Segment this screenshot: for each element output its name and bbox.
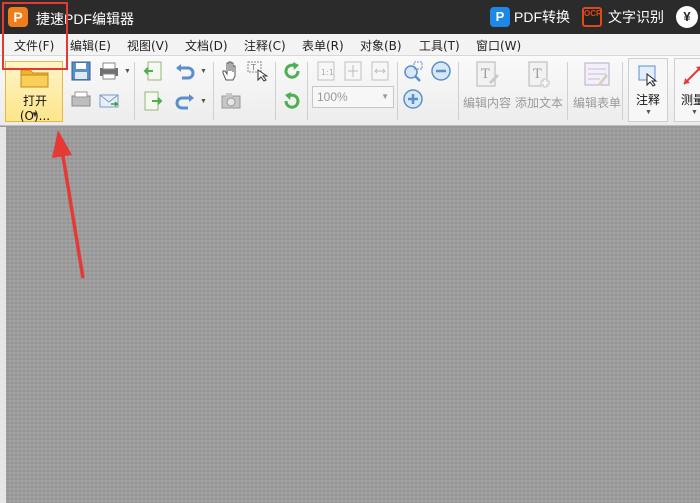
undo-dropdown-icon[interactable]: ▼: [200, 68, 207, 75]
add-text-icon: T: [528, 61, 550, 88]
redo-icon[interactable]: [174, 90, 196, 112]
zoom-in-area-icon[interactable]: [402, 60, 424, 82]
svg-text:T: T: [481, 67, 490, 82]
print-icon[interactable]: [98, 60, 120, 82]
open-dropdown-icon[interactable]: ▼: [31, 110, 39, 119]
svg-text:T: T: [533, 67, 542, 82]
snapshot-icon[interactable]: [220, 90, 242, 112]
pdf-convert-label: PDF转换: [514, 9, 570, 25]
svg-text:T: T: [250, 63, 256, 72]
scan-icon[interactable]: [70, 90, 92, 112]
add-text-label: 添加文本: [514, 96, 563, 110]
select-text-icon[interactable]: T: [246, 60, 268, 82]
menu-view[interactable]: 视图(V): [127, 37, 169, 54]
annotation-label: 注释: [635, 93, 660, 107]
hand-tool-icon[interactable]: [220, 60, 242, 82]
menu-tools[interactable]: 工具(T): [419, 37, 460, 54]
edit-content-button[interactable]: T 编辑内容: [460, 58, 514, 120]
title-bar: P 捷速PDF编辑器 P PDF转换 OCR 文字识别 ¥: [0, 0, 700, 34]
side-panel-edge: [0, 127, 6, 503]
menu-edit[interactable]: 编辑(E): [70, 37, 111, 54]
print-dropdown-icon[interactable]: ▼: [124, 68, 131, 75]
zoom-dropdown-icon: ▼: [381, 92, 389, 101]
measure-button[interactable]: 测量 ▼: [674, 58, 700, 122]
menu-object[interactable]: 对象(B): [360, 37, 402, 54]
save-icon[interactable]: [70, 60, 92, 82]
svg-text:1:1: 1:1: [321, 68, 334, 77]
open-button[interactable]: 打开(O)... ▼: [5, 61, 63, 123]
rotate-clockwise-icon[interactable]: [281, 60, 303, 82]
email-icon[interactable]: [98, 90, 120, 112]
add-text-button[interactable]: T 添加文本: [512, 58, 566, 120]
zoom-out-icon[interactable]: [430, 60, 452, 82]
zoom-in-icon[interactable]: [402, 88, 424, 110]
edit-form-button[interactable]: 编辑表单: [570, 58, 624, 120]
ocr-button[interactable]: OCR 文字识别: [582, 7, 664, 27]
zoom-level-value: 100%: [317, 90, 348, 104]
annotation-icon: [638, 65, 658, 87]
measure-icon: [683, 66, 700, 85]
ocr-label: 文字识别: [608, 9, 664, 25]
insert-page-icon[interactable]: [142, 60, 164, 82]
menu-window[interactable]: 窗口(W): [476, 37, 521, 54]
fit-page-icon[interactable]: [342, 60, 364, 82]
fit-width-icon[interactable]: [369, 60, 391, 82]
currency-icon[interactable]: ¥: [676, 6, 698, 28]
pdf-convert-icon: P: [490, 7, 510, 27]
ocr-icon: OCR: [582, 7, 602, 27]
menu-document[interactable]: 文档(D): [185, 37, 228, 54]
rotate-counterclockwise-icon[interactable]: [281, 90, 303, 112]
annotation-dropdown-icon: ▼: [645, 109, 652, 116]
edit-content-label: 编辑内容: [462, 96, 511, 110]
document-workspace[interactable]: [0, 127, 700, 503]
menu-bar: 文件(F) 编辑(E) 视图(V) 文档(D) 注释(C) 表单(R) 对象(B…: [0, 34, 700, 56]
measure-label: 测量: [681, 93, 700, 107]
redo-dropdown-icon[interactable]: ▼: [200, 98, 207, 105]
actual-size-icon[interactable]: 1:1: [315, 60, 337, 82]
edit-form-label: 编辑表单: [572, 96, 621, 110]
extract-page-icon[interactable]: [142, 90, 164, 112]
annotation-button[interactable]: 注释 ▼: [628, 58, 668, 122]
menu-comment[interactable]: 注释(C): [244, 37, 286, 54]
edit-content-icon: T: [476, 61, 499, 87]
undo-icon[interactable]: [174, 60, 196, 82]
open-button-highlight: [2, 2, 68, 70]
edit-form-icon: [584, 62, 610, 86]
zoom-level-select[interactable]: 100% ▼: [312, 86, 394, 108]
measure-dropdown-icon: ▼: [691, 109, 698, 116]
menu-form[interactable]: 表单(R): [302, 37, 344, 54]
pdf-convert-button[interactable]: P PDF转换: [490, 7, 570, 27]
